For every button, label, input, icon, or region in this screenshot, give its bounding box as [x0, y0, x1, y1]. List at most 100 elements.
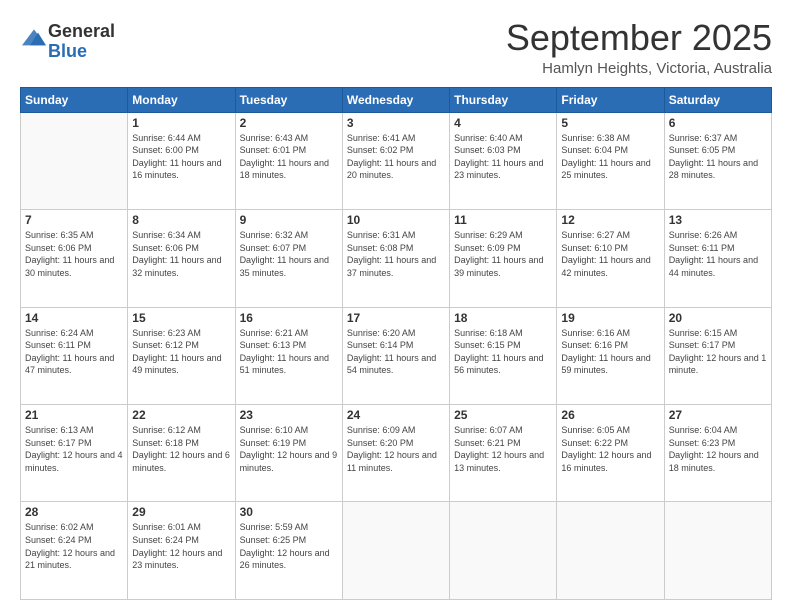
cell-info: Sunrise: 6:18 AMSunset: 6:15 PMDaylight:… — [454, 327, 552, 377]
cell-info: Sunrise: 6:04 AMSunset: 6:23 PMDaylight:… — [669, 424, 767, 474]
calendar-cell: 26 Sunrise: 6:05 AMSunset: 6:22 PMDaylig… — [557, 405, 664, 502]
calendar-cell — [21, 112, 128, 209]
cell-info: Sunrise: 6:01 AMSunset: 6:24 PMDaylight:… — [132, 521, 230, 571]
cell-info: Sunrise: 6:32 AMSunset: 6:07 PMDaylight:… — [240, 229, 338, 279]
cell-info: Sunrise: 6:44 AMSunset: 6:00 PMDaylight:… — [132, 132, 230, 182]
cell-info: Sunrise: 6:13 AMSunset: 6:17 PMDaylight:… — [25, 424, 123, 474]
calendar-cell: 24 Sunrise: 6:09 AMSunset: 6:20 PMDaylig… — [342, 405, 449, 502]
calendar-table: SundayMondayTuesdayWednesdayThursdayFrid… — [20, 87, 772, 600]
calendar-cell: 10 Sunrise: 6:31 AMSunset: 6:08 PMDaylig… — [342, 210, 449, 307]
cell-info: Sunrise: 6:10 AMSunset: 6:19 PMDaylight:… — [240, 424, 338, 474]
calendar-cell: 4 Sunrise: 6:40 AMSunset: 6:03 PMDayligh… — [450, 112, 557, 209]
calendar-cell: 14 Sunrise: 6:24 AMSunset: 6:11 PMDaylig… — [21, 307, 128, 404]
cell-info: Sunrise: 6:41 AMSunset: 6:02 PMDaylight:… — [347, 132, 445, 182]
calendar-cell: 5 Sunrise: 6:38 AMSunset: 6:04 PMDayligh… — [557, 112, 664, 209]
calendar-cell: 15 Sunrise: 6:23 AMSunset: 6:12 PMDaylig… — [128, 307, 235, 404]
cell-info: Sunrise: 6:15 AMSunset: 6:17 PMDaylight:… — [669, 327, 767, 377]
calendar-cell: 16 Sunrise: 6:21 AMSunset: 6:13 PMDaylig… — [235, 307, 342, 404]
calendar-cell — [450, 502, 557, 600]
cell-info: Sunrise: 6:40 AMSunset: 6:03 PMDaylight:… — [454, 132, 552, 182]
day-number: 9 — [240, 213, 338, 227]
weekday-header-wednesday: Wednesday — [342, 87, 449, 112]
day-number: 15 — [132, 311, 230, 325]
calendar-cell — [342, 502, 449, 600]
location: Hamlyn Heights, Victoria, Australia — [506, 60, 772, 77]
day-number: 30 — [240, 505, 338, 519]
cell-info: Sunrise: 6:29 AMSunset: 6:09 PMDaylight:… — [454, 229, 552, 279]
day-number: 4 — [454, 116, 552, 130]
logo-icon — [22, 29, 46, 49]
cell-info: Sunrise: 6:31 AMSunset: 6:08 PMDaylight:… — [347, 229, 445, 279]
calendar-cell: 7 Sunrise: 6:35 AMSunset: 6:06 PMDayligh… — [21, 210, 128, 307]
cell-info: Sunrise: 6:16 AMSunset: 6:16 PMDaylight:… — [561, 327, 659, 377]
day-number: 1 — [132, 116, 230, 130]
day-number: 19 — [561, 311, 659, 325]
calendar-cell: 3 Sunrise: 6:41 AMSunset: 6:02 PMDayligh… — [342, 112, 449, 209]
day-number: 17 — [347, 311, 445, 325]
calendar-cell: 23 Sunrise: 6:10 AMSunset: 6:19 PMDaylig… — [235, 405, 342, 502]
calendar-cell: 13 Sunrise: 6:26 AMSunset: 6:11 PMDaylig… — [664, 210, 771, 307]
day-number: 24 — [347, 408, 445, 422]
day-number: 12 — [561, 213, 659, 227]
day-number: 13 — [669, 213, 767, 227]
cell-info: Sunrise: 6:24 AMSunset: 6:11 PMDaylight:… — [25, 327, 123, 377]
calendar-cell: 20 Sunrise: 6:15 AMSunset: 6:17 PMDaylig… — [664, 307, 771, 404]
calendar-cell: 17 Sunrise: 6:20 AMSunset: 6:14 PMDaylig… — [342, 307, 449, 404]
calendar-cell: 28 Sunrise: 6:02 AMSunset: 6:24 PMDaylig… — [21, 502, 128, 600]
cell-info: Sunrise: 5:59 AMSunset: 6:25 PMDaylight:… — [240, 521, 338, 571]
day-number: 23 — [240, 408, 338, 422]
cell-info: Sunrise: 6:23 AMSunset: 6:12 PMDaylight:… — [132, 327, 230, 377]
calendar-page: General Blue September 2025 Hamlyn Heigh… — [0, 0, 792, 612]
logo-blue: Blue — [48, 41, 87, 61]
calendar-week-row: 14 Sunrise: 6:24 AMSunset: 6:11 PMDaylig… — [21, 307, 772, 404]
weekday-header-sunday: Sunday — [21, 87, 128, 112]
day-number: 2 — [240, 116, 338, 130]
day-number: 10 — [347, 213, 445, 227]
cell-info: Sunrise: 6:38 AMSunset: 6:04 PMDaylight:… — [561, 132, 659, 182]
weekday-header-saturday: Saturday — [664, 87, 771, 112]
cell-info: Sunrise: 6:27 AMSunset: 6:10 PMDaylight:… — [561, 229, 659, 279]
day-number: 14 — [25, 311, 123, 325]
calendar-cell: 22 Sunrise: 6:12 AMSunset: 6:18 PMDaylig… — [128, 405, 235, 502]
cell-info: Sunrise: 6:09 AMSunset: 6:20 PMDaylight:… — [347, 424, 445, 474]
calendar-cell: 11 Sunrise: 6:29 AMSunset: 6:09 PMDaylig… — [450, 210, 557, 307]
day-number: 26 — [561, 408, 659, 422]
weekday-header-friday: Friday — [557, 87, 664, 112]
cell-info: Sunrise: 6:12 AMSunset: 6:18 PMDaylight:… — [132, 424, 230, 474]
day-number: 8 — [132, 213, 230, 227]
cell-info: Sunrise: 6:20 AMSunset: 6:14 PMDaylight:… — [347, 327, 445, 377]
day-number: 5 — [561, 116, 659, 130]
calendar-cell: 1 Sunrise: 6:44 AMSunset: 6:00 PMDayligh… — [128, 112, 235, 209]
calendar-cell — [664, 502, 771, 600]
day-number: 21 — [25, 408, 123, 422]
calendar-cell: 27 Sunrise: 6:04 AMSunset: 6:23 PMDaylig… — [664, 405, 771, 502]
calendar-week-row: 21 Sunrise: 6:13 AMSunset: 6:17 PMDaylig… — [21, 405, 772, 502]
day-number: 7 — [25, 213, 123, 227]
cell-info: Sunrise: 6:34 AMSunset: 6:06 PMDaylight:… — [132, 229, 230, 279]
calendar-cell: 6 Sunrise: 6:37 AMSunset: 6:05 PMDayligh… — [664, 112, 771, 209]
day-number: 22 — [132, 408, 230, 422]
cell-info: Sunrise: 6:35 AMSunset: 6:06 PMDaylight:… — [25, 229, 123, 279]
cell-info: Sunrise: 6:07 AMSunset: 6:21 PMDaylight:… — [454, 424, 552, 474]
logo-text: General Blue — [48, 22, 115, 62]
calendar-cell: 21 Sunrise: 6:13 AMSunset: 6:17 PMDaylig… — [21, 405, 128, 502]
calendar-cell: 12 Sunrise: 6:27 AMSunset: 6:10 PMDaylig… — [557, 210, 664, 307]
calendar-cell: 30 Sunrise: 5:59 AMSunset: 6:25 PMDaylig… — [235, 502, 342, 600]
logo-general: General — [48, 21, 115, 41]
day-number: 25 — [454, 408, 552, 422]
cell-info: Sunrise: 6:26 AMSunset: 6:11 PMDaylight:… — [669, 229, 767, 279]
month-title: September 2025 — [506, 18, 772, 58]
day-number: 28 — [25, 505, 123, 519]
calendar-week-row: 28 Sunrise: 6:02 AMSunset: 6:24 PMDaylig… — [21, 502, 772, 600]
calendar-cell: 29 Sunrise: 6:01 AMSunset: 6:24 PMDaylig… — [128, 502, 235, 600]
weekday-header-row: SundayMondayTuesdayWednesdayThursdayFrid… — [21, 87, 772, 112]
day-number: 16 — [240, 311, 338, 325]
calendar-cell: 18 Sunrise: 6:18 AMSunset: 6:15 PMDaylig… — [450, 307, 557, 404]
cell-info: Sunrise: 6:02 AMSunset: 6:24 PMDaylight:… — [25, 521, 123, 571]
day-number: 29 — [132, 505, 230, 519]
calendar-cell: 8 Sunrise: 6:34 AMSunset: 6:06 PMDayligh… — [128, 210, 235, 307]
cell-info: Sunrise: 6:21 AMSunset: 6:13 PMDaylight:… — [240, 327, 338, 377]
cell-info: Sunrise: 6:43 AMSunset: 6:01 PMDaylight:… — [240, 132, 338, 182]
day-number: 6 — [669, 116, 767, 130]
day-number: 18 — [454, 311, 552, 325]
